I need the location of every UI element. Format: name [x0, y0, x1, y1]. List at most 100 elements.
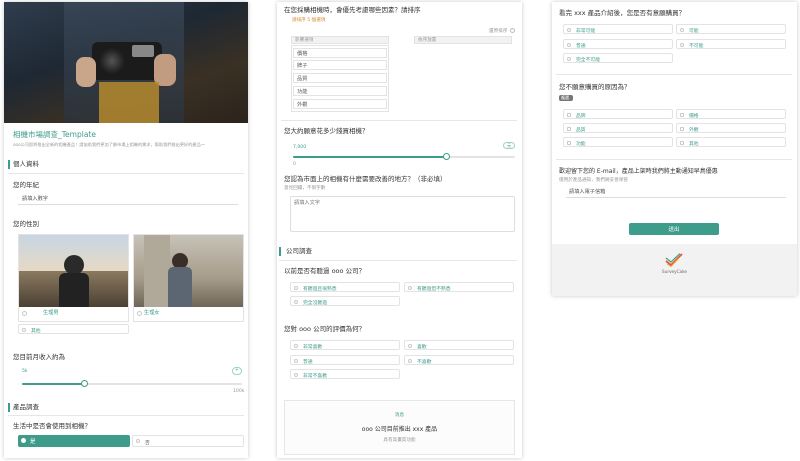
radio: [567, 27, 571, 32]
rating-option-label: 不喜歡: [417, 360, 432, 365]
rating-question: 您對 ooo 公司的評價為何？: [284, 325, 366, 333]
rank-right-drop-zone[interactable]: [414, 45, 512, 112]
checkbox: [680, 126, 684, 131]
improve-hint: 意見回饋，不限字數: [284, 186, 326, 191]
checkbox: [567, 112, 571, 117]
radio: [294, 285, 298, 290]
buy-option[interactable]: 可能: [676, 24, 786, 34]
rank-item[interactable]: 牌子: [293, 60, 387, 70]
reason-option[interactable]: 品牌: [563, 109, 673, 119]
buy-option[interactable]: 完全不可能: [563, 53, 673, 63]
gender-option-male[interactable]: 生理男: [18, 234, 129, 322]
checkbox: [680, 112, 684, 117]
email-placeholder: 請填入電子信箱: [569, 189, 606, 195]
improve-placeholder: 請填入文字: [294, 200, 320, 206]
rank-item-label: 品質: [297, 76, 308, 82]
divider: [281, 120, 517, 121]
survey-title: 相機市場調查_Template: [13, 130, 96, 139]
reason-option[interactable]: 價格: [676, 109, 786, 119]
income-question: 您目前月收入約為: [13, 353, 65, 361]
income-slider-knob[interactable]: [81, 380, 88, 387]
rank-item[interactable]: 功能: [293, 86, 387, 96]
age-input[interactable]: 請填入數字: [18, 195, 238, 205]
no-option[interactable]: 否: [132, 435, 244, 447]
footer: SurveyCake: [552, 244, 797, 296]
radio: [22, 327, 26, 332]
reason-option[interactable]: 其他: [676, 137, 786, 147]
heard-option[interactable]: 有聽過但不熟悉: [404, 282, 514, 292]
email-input[interactable]: 請填入電子信箱: [566, 188, 786, 198]
heard-option[interactable]: 完全沒聽過: [290, 296, 400, 306]
multi-select-label: 複選: [561, 95, 569, 100]
heard-option-label: 完全沒聽過: [303, 301, 327, 306]
buy-option[interactable]: 非常可能: [563, 24, 673, 34]
buy-option-label: 不可能: [689, 44, 704, 49]
submit-label: 送出: [668, 227, 680, 233]
rank-reset[interactable]: 還原排序: [489, 29, 507, 35]
rank-item[interactable]: 外觀: [293, 99, 387, 109]
reason-option-label: 價格: [689, 114, 699, 119]
hero-photo: [4, 2, 248, 123]
divider: [556, 159, 792, 160]
rank-item[interactable]: 品質: [293, 73, 387, 83]
income-max: 100k: [233, 389, 245, 394]
budget-question: 您大約願意花多少錢買相機？: [284, 127, 369, 135]
budget-slider-knob[interactable]: [443, 153, 450, 160]
age-placeholder: 請填入數字: [22, 196, 48, 202]
reason-option[interactable]: 功能: [563, 137, 673, 147]
rank-hint: 請排序 5 個選項: [292, 18, 326, 23]
buy-option[interactable]: 普通: [563, 39, 673, 49]
section-marker: [279, 247, 281, 256]
rank-item-label: 外觀: [297, 102, 308, 108]
rating-option-label: 非常不喜歡: [303, 374, 327, 379]
income-edit-badge[interactable]: +: [232, 367, 242, 375]
heard-option-label: 有聽過且很熟悉: [303, 287, 337, 292]
brand-name: SurveyCake: [662, 269, 687, 274]
gender-option-female[interactable]: 生理女: [133, 234, 244, 322]
reason-option[interactable]: 外觀: [676, 123, 786, 133]
multi-select-badge: 複選: [559, 95, 573, 101]
rating-option-label: 非常喜歡: [303, 345, 323, 350]
rating-option-label: 普通: [303, 360, 313, 365]
submit-button[interactable]: 送出: [629, 223, 719, 235]
section-title-personal: 個人資料: [13, 160, 39, 168]
buy-question: 看完 xxx 產品介紹後，您是否有意願購買？: [559, 9, 686, 17]
rating-option[interactable]: 不喜歡: [404, 355, 514, 365]
product-info-card: 消息 ooo 公司目前推出 xxx 產品 具有高畫質功能: [284, 400, 515, 455]
rating-option[interactable]: 非常喜歡: [290, 340, 400, 350]
yes-option-selected[interactable]: 是: [18, 435, 130, 447]
divider: [279, 260, 517, 261]
checkbox: [567, 126, 571, 131]
buy-option[interactable]: 不可能: [676, 39, 786, 49]
rating-option[interactable]: 喜歡: [404, 340, 514, 350]
rank-item[interactable]: 價格: [293, 48, 387, 58]
reason-question: 您不願意購買的原因為？: [559, 83, 631, 91]
age-question: 您的年紀: [13, 181, 39, 189]
reason-option-label: 外觀: [689, 128, 699, 133]
reset-icon[interactable]: [510, 28, 515, 33]
radio[interactable]: [137, 311, 142, 316]
rating-option[interactable]: 非常不喜歡: [290, 369, 400, 379]
gender-option-other[interactable]: 其他: [18, 324, 129, 334]
card-tag: 消息: [394, 413, 405, 418]
reason-option[interactable]: 品質: [563, 123, 673, 133]
income-value: 5k: [22, 369, 28, 374]
radio: [567, 42, 571, 47]
reason-option-label: 其他: [689, 142, 699, 147]
heard-question: 以前是否有聽過 ooo 公司？: [284, 267, 366, 275]
improve-textarea[interactable]: 請填入文字: [290, 196, 515, 232]
rating-option[interactable]: 普通: [290, 355, 400, 365]
gender-question: 您的性別: [13, 220, 39, 228]
budget-unit-badge[interactable]: 元: [503, 142, 515, 149]
radio: [136, 439, 140, 443]
radio[interactable]: [22, 311, 27, 316]
female-photo: [134, 235, 243, 307]
radio: [408, 358, 412, 363]
survey-page-2: 在您採購相機時，會優先考慮哪些因素？請排序 請排序 5 個選項 還原排序 影響選…: [277, 2, 522, 458]
radio: [294, 372, 298, 377]
survey-intro: ooo公司即將推出全新的相機產品！請協助我們更加了解市場上相機的需求，幫助我們推…: [13, 142, 205, 147]
section-title-product: 產品調查: [13, 403, 39, 411]
heard-option[interactable]: 有聽過且很熟悉: [290, 282, 400, 292]
budget-value: 7,000: [293, 145, 307, 150]
yes-label: 是: [30, 439, 36, 445]
